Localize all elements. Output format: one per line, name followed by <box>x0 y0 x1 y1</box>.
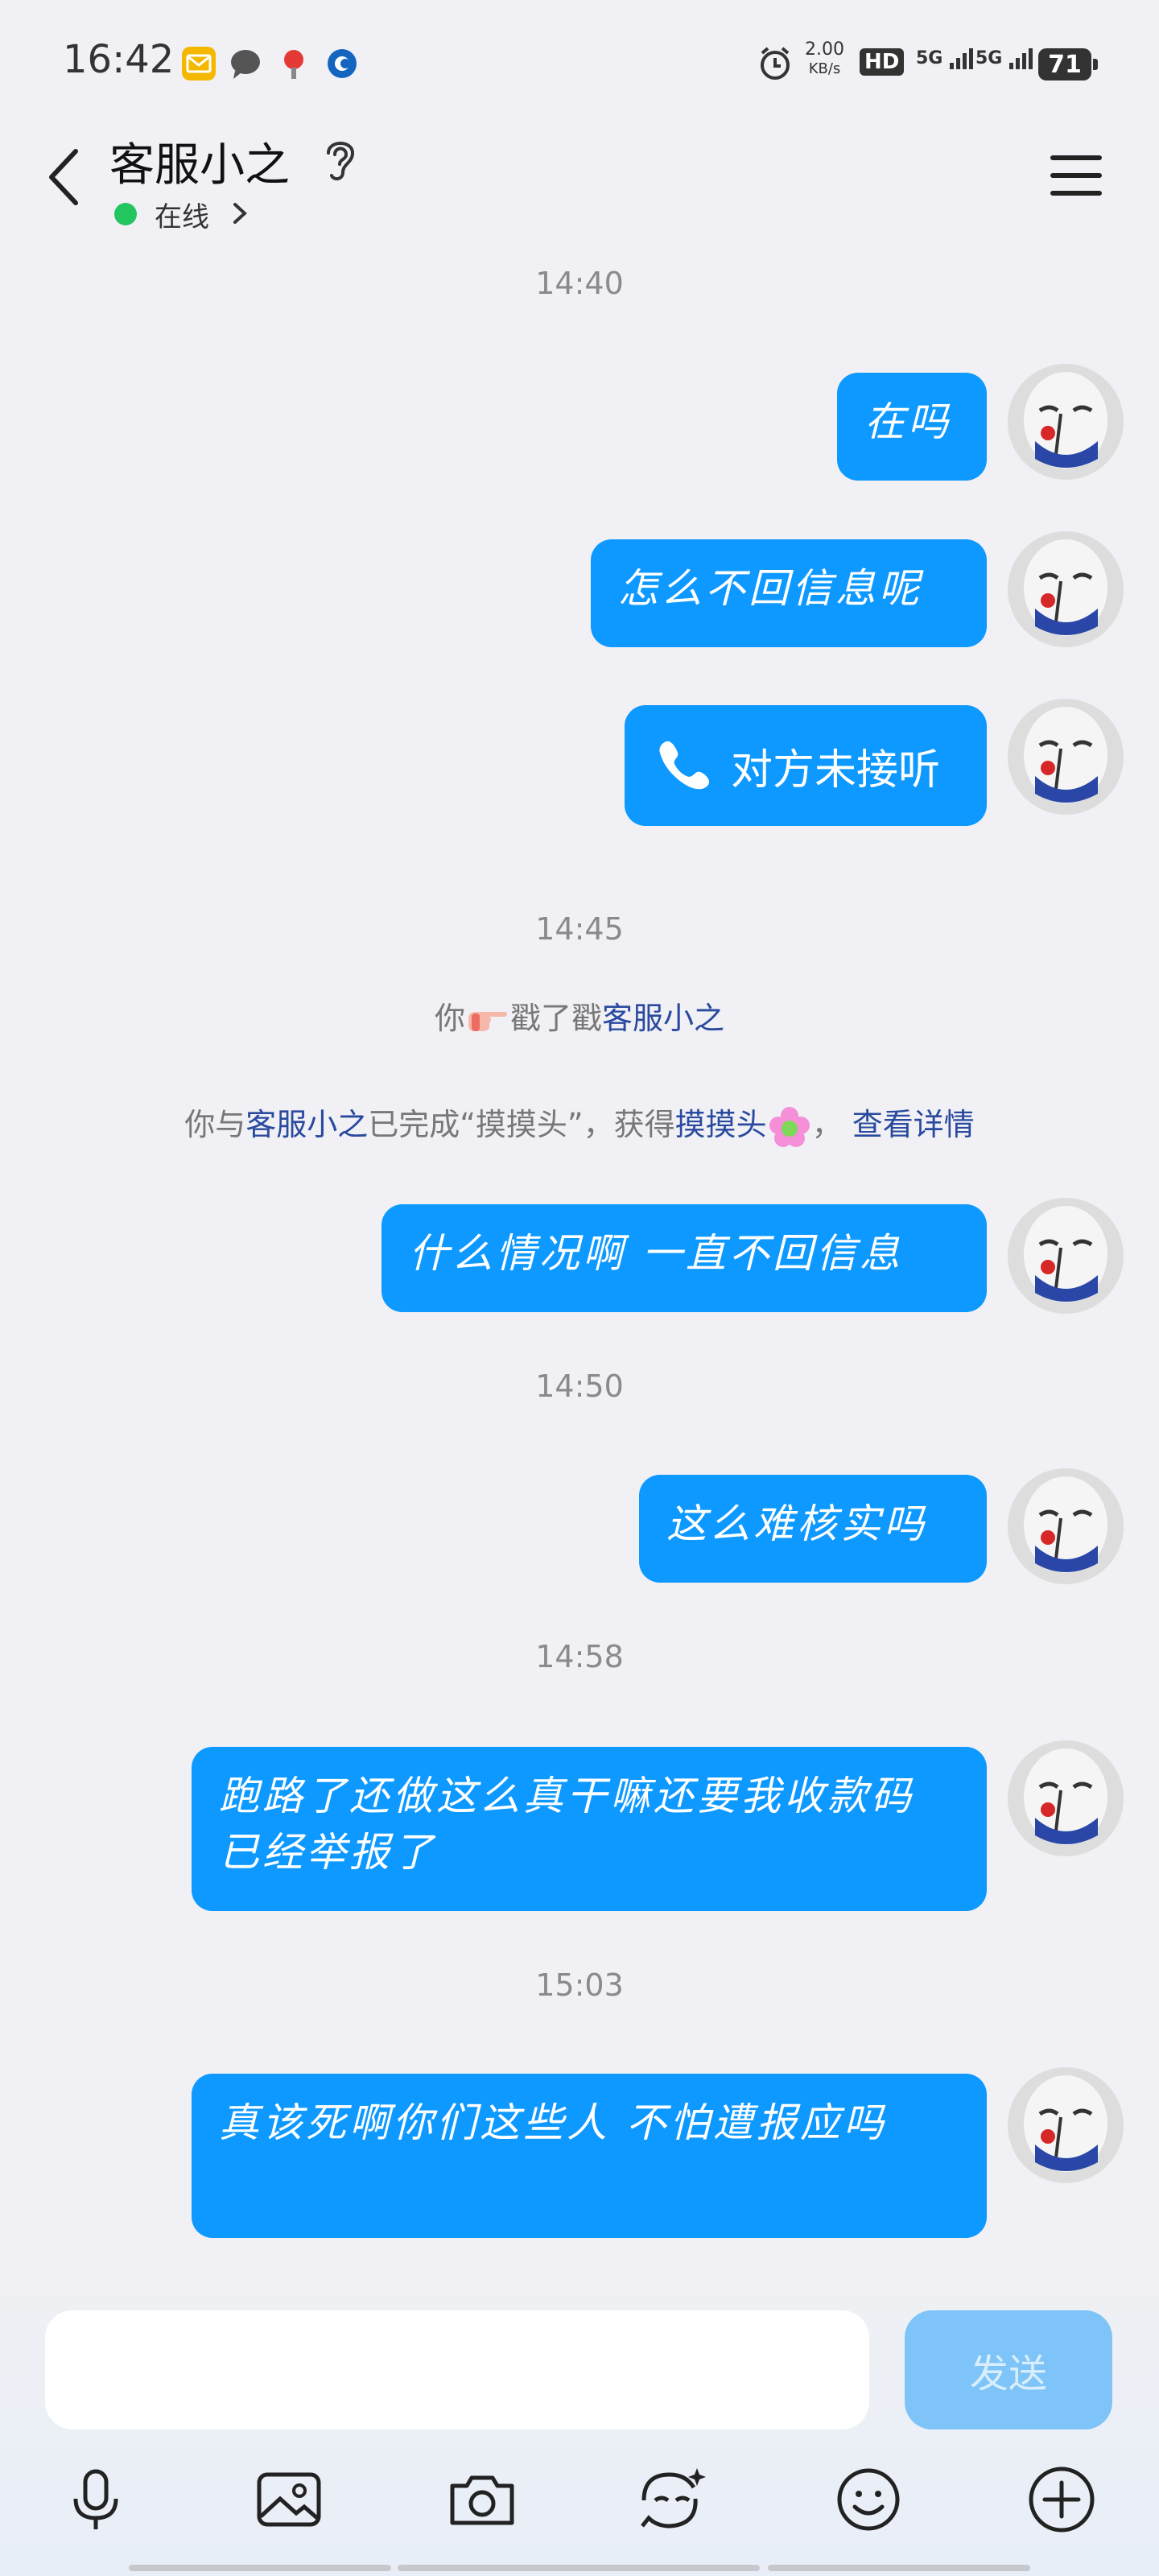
app-notification-icon <box>277 47 311 80</box>
message-notification-icon <box>229 47 262 80</box>
send-button[interactable]: 发送 <box>905 2310 1112 2429</box>
signal-5g-2: 5G <box>975 45 1037 69</box>
message-bubble[interactable]: 这么难核实吗 <box>639 1475 987 1583</box>
online-status-dot <box>114 203 137 225</box>
network-speed: 2.00 KB/s <box>805 39 844 78</box>
mail-notification-icon <box>182 47 216 80</box>
chevron-right-icon[interactable] <box>230 200 250 227</box>
flower-badge-icon <box>767 1106 812 1147</box>
ear-icon[interactable] <box>322 135 359 184</box>
phone-icon <box>655 735 713 796</box>
plus-icon[interactable] <box>1025 2463 1098 2536</box>
timestamp: 15:03 <box>535 1967 624 2003</box>
clock: 16:42 <box>63 37 175 82</box>
avatar[interactable] <box>1008 699 1124 815</box>
image-icon[interactable] <box>253 2463 325 2536</box>
avatar[interactable] <box>1008 364 1124 480</box>
message-bubble[interactable]: 跑路了还做这么真干嘛还要我收款码 已经举报了 <box>192 1747 987 1911</box>
battery-indicator: 71 <box>1038 48 1098 80</box>
emoji-icon[interactable] <box>832 2463 905 2536</box>
poke-notice: 你戳了戳客服小之 <box>434 1001 725 1036</box>
message-bubble[interactable]: 在吗 <box>837 373 987 481</box>
online-status-label[interactable]: 在线 <box>155 195 209 234</box>
message-input[interactable] <box>45 2310 869 2429</box>
missed-call-bubble[interactable]: 对方未接听 <box>625 705 987 826</box>
bank-app-icon <box>325 47 359 80</box>
menu-button[interactable] <box>1050 153 1103 198</box>
microphone-icon[interactable] <box>60 2463 132 2536</box>
missed-call-label: 对方未接听 <box>731 745 941 795</box>
message-bubble[interactable]: 什么情况啊 一直不回信息 <box>382 1204 987 1312</box>
back-button[interactable] <box>40 145 89 209</box>
avatar[interactable] <box>1008 1468 1124 1584</box>
message-bubble[interactable]: 怎么不回信息呢 <box>591 539 987 647</box>
hd-badge: HD <box>860 48 905 76</box>
avatar[interactable] <box>1008 2067 1124 2183</box>
achievement-notice: 你与客服小之已完成“摸摸头”，获得摸摸头， 查看详情 <box>0 1100 1159 1150</box>
sticker-icon[interactable] <box>636 2463 708 2536</box>
avatar[interactable] <box>1008 531 1124 647</box>
status-bar: 16:42 2.00 KB/s HD 5G 5G 71 <box>0 0 1159 121</box>
timestamp: 14:58 <box>535 1639 624 1674</box>
avatar[interactable] <box>1008 1740 1124 1856</box>
message-bubble[interactable]: 真该死啊你们这些人 不怕遭报应吗 <box>192 2074 987 2238</box>
signal-5g-1: 5G <box>916 45 977 69</box>
timestamp: 14:40 <box>535 266 624 301</box>
nav-indicator <box>398 2565 760 2571</box>
poke-hand-icon <box>465 1001 510 1036</box>
camera-icon[interactable] <box>446 2463 518 2536</box>
timestamp: 14:50 <box>535 1368 624 1404</box>
alarm-icon <box>757 45 794 85</box>
view-details-link[interactable]: 查看详情 <box>852 1107 975 1142</box>
timestamp: 14:45 <box>535 911 624 947</box>
contact-name[interactable]: 客服小之 <box>109 129 290 194</box>
avatar[interactable] <box>1008 1198 1124 1314</box>
nav-indicator <box>129 2565 391 2571</box>
nav-indicator <box>768 2565 1030 2571</box>
